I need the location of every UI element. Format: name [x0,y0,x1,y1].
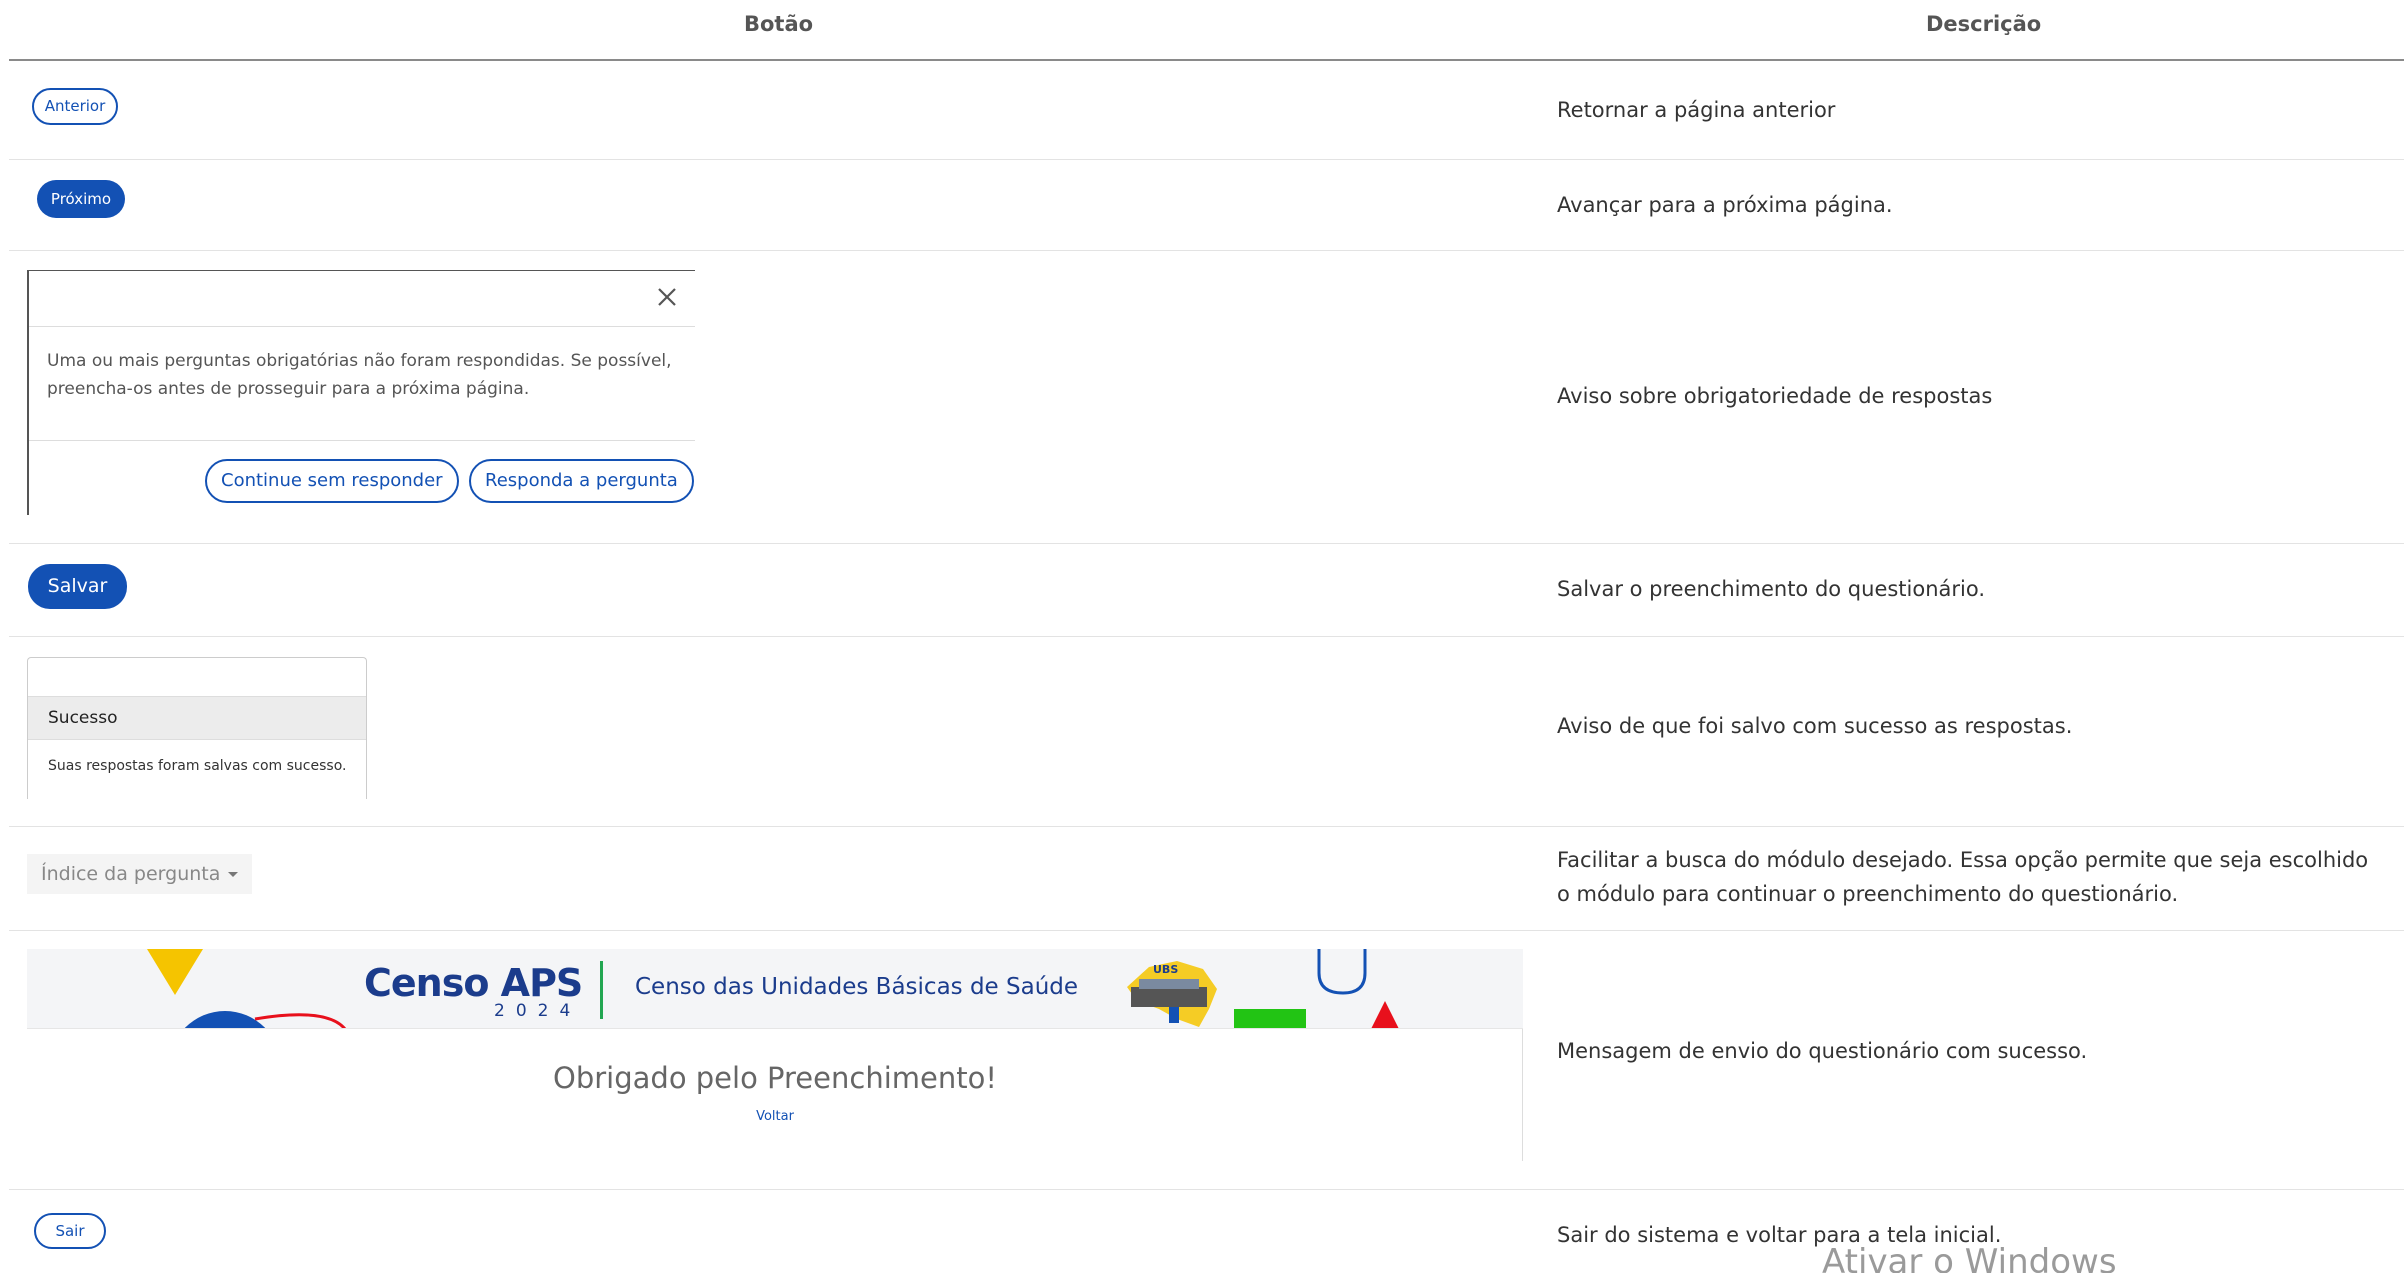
submission-success-screen: UBS Censo APS 2024 Censo das Unidades Bá… [27,949,1523,1161]
red-arc-shape [254,1013,347,1028]
select-value: Índice da pergunta [41,863,221,885]
sair-button[interactable]: Sair [34,1213,106,1249]
modal-message: Uma ou mais perguntas obrigatórias não f… [29,327,695,441]
table-row: UBS Censo APS 2024 Censo das Unidades Bá… [9,931,2404,1190]
row-description: Mensagem de envio do questionário com su… [1557,1039,2088,1063]
continue-without-answer-button[interactable]: Continue sem responder [205,459,459,503]
table-row: Próximo Avançar para a próxima página. [9,160,2404,251]
ubs-badge: UBS [1153,963,1179,976]
table-row: Sucesso Suas respostas foram salvas com … [9,637,2404,827]
blue-u-shape [1317,949,1367,995]
answer-question-button[interactable]: Responda a pergunta [469,459,694,503]
header-description: Descrição [1926,12,2042,36]
proximo-button[interactable]: Próximo [37,180,125,218]
required-warning-modal: Uma ou mais perguntas obrigatórias não f… [27,270,695,515]
censo-aps-brand: Censo APS [364,961,583,1005]
yellow-triangle-shape [147,949,203,995]
table-row: Índice da pergunta Facilitar a busca do … [9,827,2404,931]
modal-header [29,271,695,327]
question-index-select[interactable]: Índice da pergunta [27,854,253,894]
success-toast: Sucesso Suas respostas foram salvas com … [27,657,367,799]
caret-down-icon [228,872,239,877]
red-triangle-shape [1371,1001,1399,1028]
anterior-button[interactable]: Anterior [32,88,118,125]
modal-footer: Continue sem responder Responda a pergun… [29,441,695,516]
table-header: Botão Descrição [9,0,2404,61]
row-description: Aviso de que foi salvo com sucesso as re… [1557,714,2073,738]
banner-subtitle: Censo das Unidades Básicas de Saúde [635,974,1079,1000]
header-button: Botão [744,12,814,36]
table-row: Anterior Retornar a página anterior [9,61,2404,160]
close-icon[interactable] [653,283,681,311]
row-description: Avançar para a próxima página. [1557,193,1893,217]
table-row: Salvar Salvar o preenchimento do questio… [9,544,2404,637]
buttons-table: Botão Descrição Anterior Retornar a pági… [9,0,2404,1273]
table-row: Uma ou mais perguntas obrigatórias não f… [9,251,2404,544]
row-description: Retornar a página anterior [1557,98,1836,122]
row-description: Facilitar a busca do módulo desejado. Es… [1557,848,2369,906]
salvar-button[interactable]: Salvar [28,564,127,609]
thanks-message: Obrigado pelo Preenchimento! [553,1061,997,1095]
censo-banner: UBS Censo APS 2024 Censo das Unidades Bá… [27,949,1523,1029]
windows-activation-watermark: Ativar o Windows [1822,1242,2117,1273]
toast-title: Sucesso [28,696,366,740]
blue-circle-shape [184,1011,266,1028]
row-description: Salvar o preenchimento do questionário. [1557,577,1986,601]
brand-divider [600,961,603,1019]
row-description: Aviso sobre obrigatoriedade de respostas [1557,384,1993,408]
green-rect-shape [1234,1009,1306,1028]
brand-year: 2024 [494,1001,582,1021]
voltar-link[interactable]: Voltar [27,1109,1523,1124]
toast-message: Suas respostas foram salvas com sucesso. [48,758,347,774]
